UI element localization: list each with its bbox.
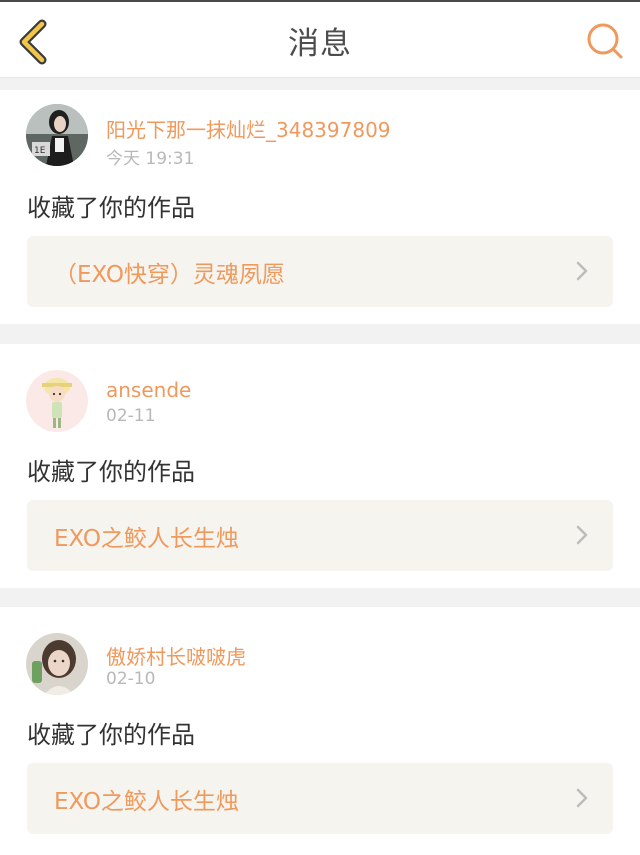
timestamp: 02-11 — [106, 406, 156, 426]
work-title: EXO之鲛人长生烛 — [54, 789, 239, 815]
chevron-right-icon — [576, 788, 588, 808]
work-title: （EXO快穿）灵魂夙愿 — [54, 262, 285, 288]
timestamp: 02-10 — [106, 669, 156, 689]
username[interactable]: 傲娇村长啵啵虎 — [106, 641, 246, 670]
search-icon — [587, 23, 623, 59]
svg-text:1E: 1E — [34, 146, 46, 156]
action-text: 收藏了你的作品 — [27, 194, 195, 222]
message-item: 傲娇村长啵啵虎 02-10 收藏了你的作品 EXO之鲛人长生烛 — [0, 607, 640, 855]
username[interactable]: 阳光下那一抹灿烂_348397809 — [106, 114, 391, 143]
username[interactable]: ansende — [106, 378, 191, 402]
message-item: 1E 阳光下那一抹灿烂_348397809 今天 19:31 收藏了你的作品 （… — [0, 90, 640, 324]
page-title: 消息 — [288, 26, 352, 62]
work-link[interactable]: EXO之鲛人长生烛 — [27, 763, 613, 834]
avatar[interactable] — [26, 370, 88, 432]
work-title: EXO之鲛人长生烛 — [54, 526, 239, 552]
chevron-right-icon — [576, 525, 588, 545]
action-text: 收藏了你的作品 — [27, 721, 195, 749]
work-link[interactable]: （EXO快穿）灵魂夙愿 — [27, 236, 613, 307]
top-bar: 消息 — [0, 0, 640, 78]
chevron-right-icon — [576, 261, 588, 281]
avatar[interactable] — [26, 633, 88, 695]
message-item: ansende 02-11 收藏了你的作品 EXO之鲛人长生烛 — [0, 344, 640, 588]
avatar[interactable]: 1E — [26, 104, 88, 166]
messages-screen: 消息 1E 阳光下那一抹灿烂_348397809 今天 19:31 收藏了你的作… — [0, 0, 640, 855]
action-text: 收藏了你的作品 — [27, 458, 195, 486]
work-link[interactable]: EXO之鲛人长生烛 — [27, 500, 613, 571]
search-button[interactable] — [584, 20, 626, 62]
timestamp: 今天 19:31 — [106, 149, 195, 169]
